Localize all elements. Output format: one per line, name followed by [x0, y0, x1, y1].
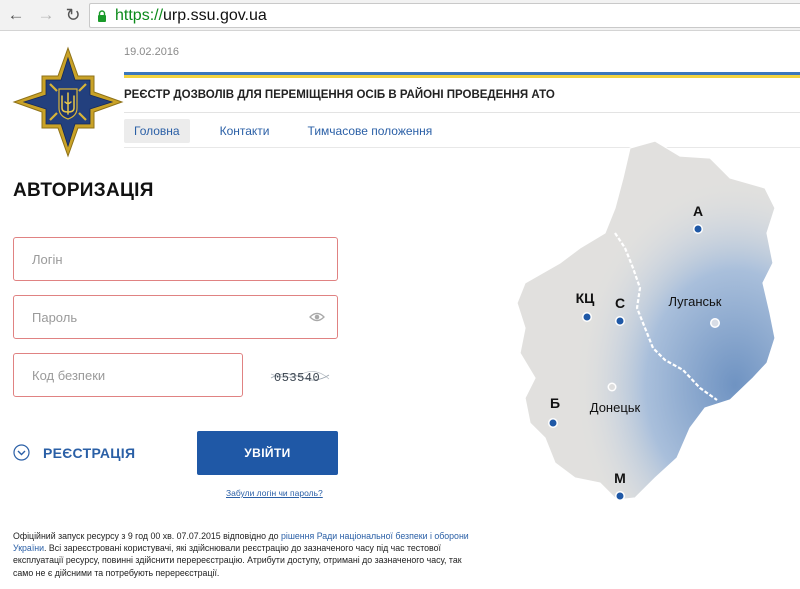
security-code-input[interactable] — [14, 354, 242, 396]
notice-text-after: . Всі зареєстровані користувачі, які зді… — [13, 543, 462, 578]
map-marker-kc[interactable] — [582, 312, 592, 322]
map-marker-b[interactable] — [548, 418, 558, 428]
menu-item-regulation[interactable]: Тимчасове положення — [298, 119, 443, 143]
map-marker-s[interactable] — [615, 316, 625, 326]
eye-icon[interactable] — [309, 311, 325, 323]
register-link[interactable]: РЕЄСТРАЦІЯ — [13, 444, 135, 461]
address-bar[interactable]: https://urp.ssu.gov.ua — [89, 3, 800, 28]
back-icon[interactable]: ← — [6, 5, 26, 25]
main-menu: Головна Контакти Тимчасове положення — [124, 119, 442, 143]
flag-stripe-yellow — [124, 75, 800, 78]
header-date: 19.02.2016 — [124, 46, 180, 58]
password-field — [13, 295, 338, 339]
url-host: urp.ssu.gov.ua — [163, 7, 267, 24]
notice-text-before: Офіційний запуск ресурсу з 9 год 00 хв. … — [13, 531, 281, 541]
site-title: РЕЄСТР ДОЗВОЛІВ ДЛЯ ПЕРЕМІЩЕННЯ ОСІБ В Р… — [124, 89, 555, 101]
menu-item-contacts[interactable]: Контакти — [210, 119, 280, 143]
login-field — [13, 237, 338, 281]
map-marker-donetsk[interactable] — [607, 382, 617, 392]
map-label-donetsk: Донецьк — [590, 400, 641, 415]
forward-icon[interactable]: → — [36, 5, 56, 25]
map-label-s: С — [615, 295, 625, 311]
captcha-image[interactable]: 053540 — [270, 366, 330, 386]
map-label-a: А — [693, 203, 703, 219]
launch-notice: Офіційний запуск ресурсу з 9 год 00 хв. … — [13, 530, 473, 579]
password-input[interactable] — [14, 296, 337, 338]
register-label: РЕЄСТРАЦІЯ — [43, 444, 136, 461]
flag-stripe — [124, 72, 800, 78]
header-divider — [124, 112, 800, 113]
map-marker-luhansk[interactable] — [710, 318, 720, 328]
lock-icon — [98, 10, 106, 22]
login-input[interactable] — [14, 238, 337, 280]
menu-item-home[interactable]: Головна — [124, 119, 190, 143]
browser-toolbar: ← → ↻ https://urp.ssu.gov.ua — [0, 0, 800, 31]
map-marker-m[interactable] — [615, 491, 625, 501]
forgot-password-link[interactable]: Забули логін чи пароль? — [226, 488, 323, 498]
url-text: https://urp.ssu.gov.ua — [115, 7, 267, 25]
map-label-kc: КЦ — [576, 290, 596, 306]
page: ← → ↻ https://urp.ssu.gov.ua 19.02.2016 … — [0, 0, 800, 589]
map-label-m: М — [614, 470, 626, 486]
map-region-fill — [517, 141, 775, 500]
map-label-luhansk: Луганськ — [668, 294, 721, 309]
url-scheme: https:// — [115, 7, 164, 24]
security-code-field — [13, 353, 243, 397]
region-map: А КЦ С Луганськ Донецьк Б М — [516, 140, 776, 501]
captcha-text: 053540 — [274, 371, 320, 385]
ssu-emblem[interactable] — [12, 46, 124, 158]
auth-title: АВТОРИЗАЦІЯ — [13, 180, 154, 201]
login-button[interactable]: УВІЙТИ — [197, 431, 338, 475]
map-marker-a[interactable] — [693, 224, 703, 234]
map-label-b: Б — [550, 395, 560, 411]
reload-icon[interactable]: ↻ — [63, 5, 83, 25]
chevron-circle-icon — [13, 444, 30, 461]
